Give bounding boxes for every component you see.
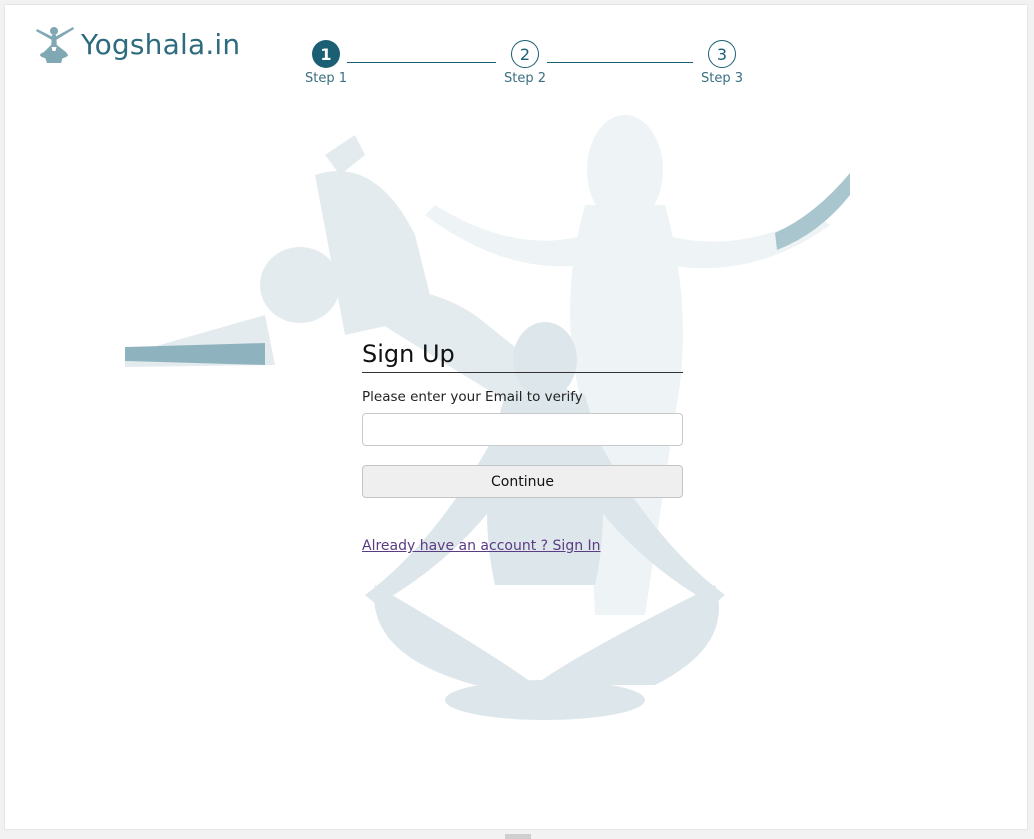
page-frame: Yogshala.in 1 Step 1 2 Step 2 3 Step 3 S…	[4, 4, 1028, 830]
email-prompt: Please enter your Email to verify	[362, 389, 583, 405]
signin-link[interactable]: Already have an account ? Sign In	[362, 538, 601, 554]
step-2-label: Step 2	[503, 71, 546, 86]
scrollbar-handle[interactable]	[505, 834, 531, 839]
step-connector-2-3	[547, 62, 693, 63]
step-1-label: Step 1	[304, 71, 347, 86]
signup-stepper: 1 Step 1 2 Step 2 3 Step 3	[305, 40, 755, 90]
continue-button[interactable]: Continue	[362, 465, 683, 498]
email-field[interactable]	[362, 413, 683, 446]
signup-card: Sign Up Please enter your Email to verif…	[362, 340, 683, 554]
brand-logo[interactable]: Yogshala.in	[31, 23, 240, 65]
brand-name: Yogshala.in	[81, 27, 241, 61]
step-2: 2 Step 2	[500, 40, 550, 86]
step-1-circle: 1	[312, 40, 340, 68]
page-title: Sign Up	[362, 340, 683, 373]
step-3: 3 Step 3	[697, 40, 747, 86]
step-1: 1 Step 1	[301, 40, 351, 86]
step-connector-1-2	[347, 62, 496, 63]
yoga-pose-logo-icon	[36, 27, 74, 63]
step-3-label: Step 3	[700, 71, 743, 86]
step-3-circle: 3	[708, 40, 736, 68]
step-2-circle: 2	[511, 40, 539, 68]
